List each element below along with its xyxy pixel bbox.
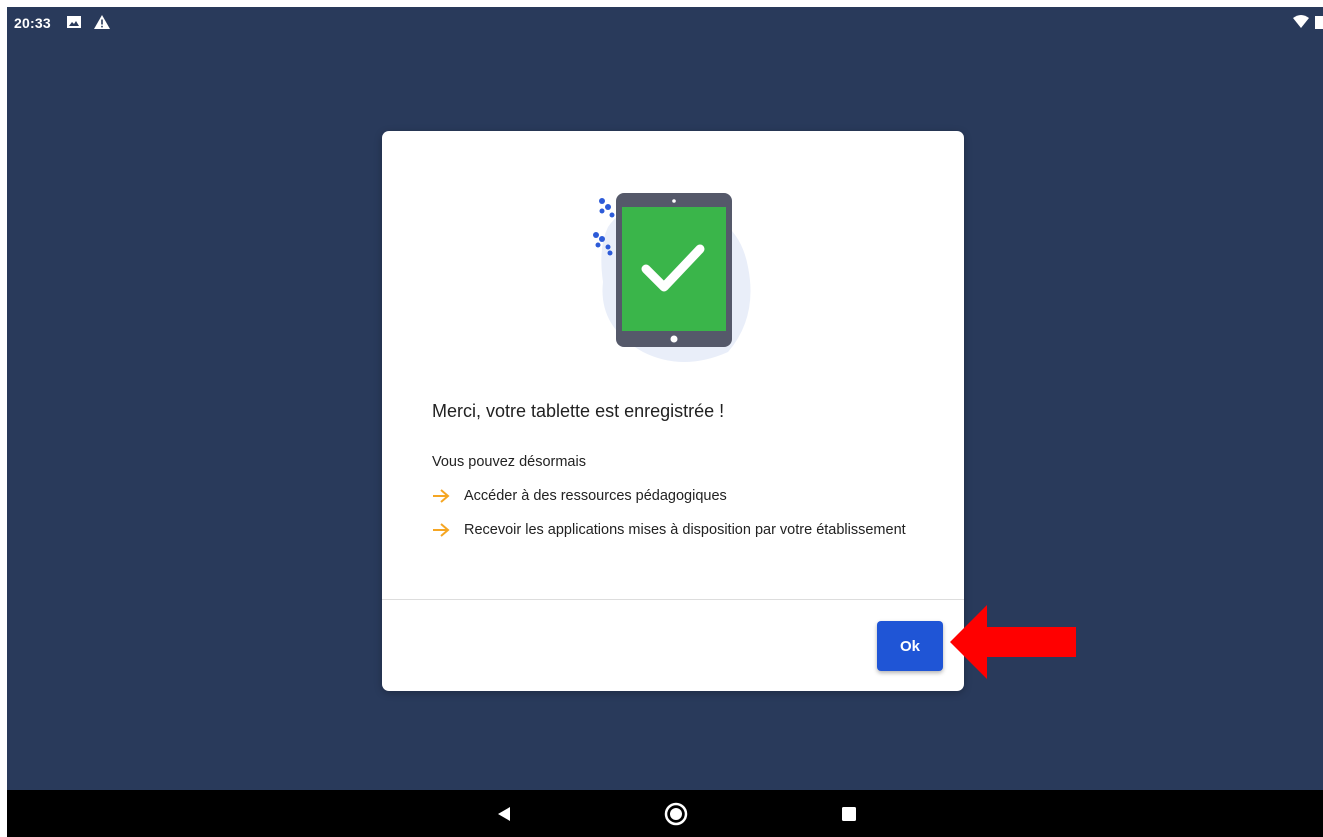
dialog-divider (382, 599, 964, 600)
back-icon[interactable] (490, 800, 518, 828)
benefit-text: Accéder à des ressources pédagogiques (464, 488, 727, 504)
status-time: 20:33 (14, 15, 51, 31)
arrow-right-icon (433, 489, 450, 503)
red-arrow-annotation (950, 605, 1076, 679)
navigation-bar (7, 790, 1323, 837)
status-bar: 20:33 (7, 7, 1323, 37)
dialog-intro: Vous pouvez désormais (432, 454, 586, 470)
screen: 20:33 Merci, votre tablette est enregist… (7, 7, 1323, 790)
home-icon[interactable] (662, 800, 690, 828)
tablet-check-icon (593, 193, 751, 362)
image-icon (67, 16, 81, 28)
battery-icon (1315, 16, 1323, 29)
dialog-title: Merci, votre tablette est enregistrée ! (432, 401, 725, 421)
benefit-text: Recevoir les applications mises à dispos… (464, 522, 906, 538)
ok-button[interactable]: Ok (877, 621, 943, 671)
registration-dialog: Merci, votre tablette est enregistrée ! … (382, 131, 964, 691)
warning-icon (94, 15, 110, 29)
wifi-icon (1293, 15, 1309, 28)
arrow-right-icon (433, 523, 450, 537)
recents-icon[interactable] (835, 800, 863, 828)
